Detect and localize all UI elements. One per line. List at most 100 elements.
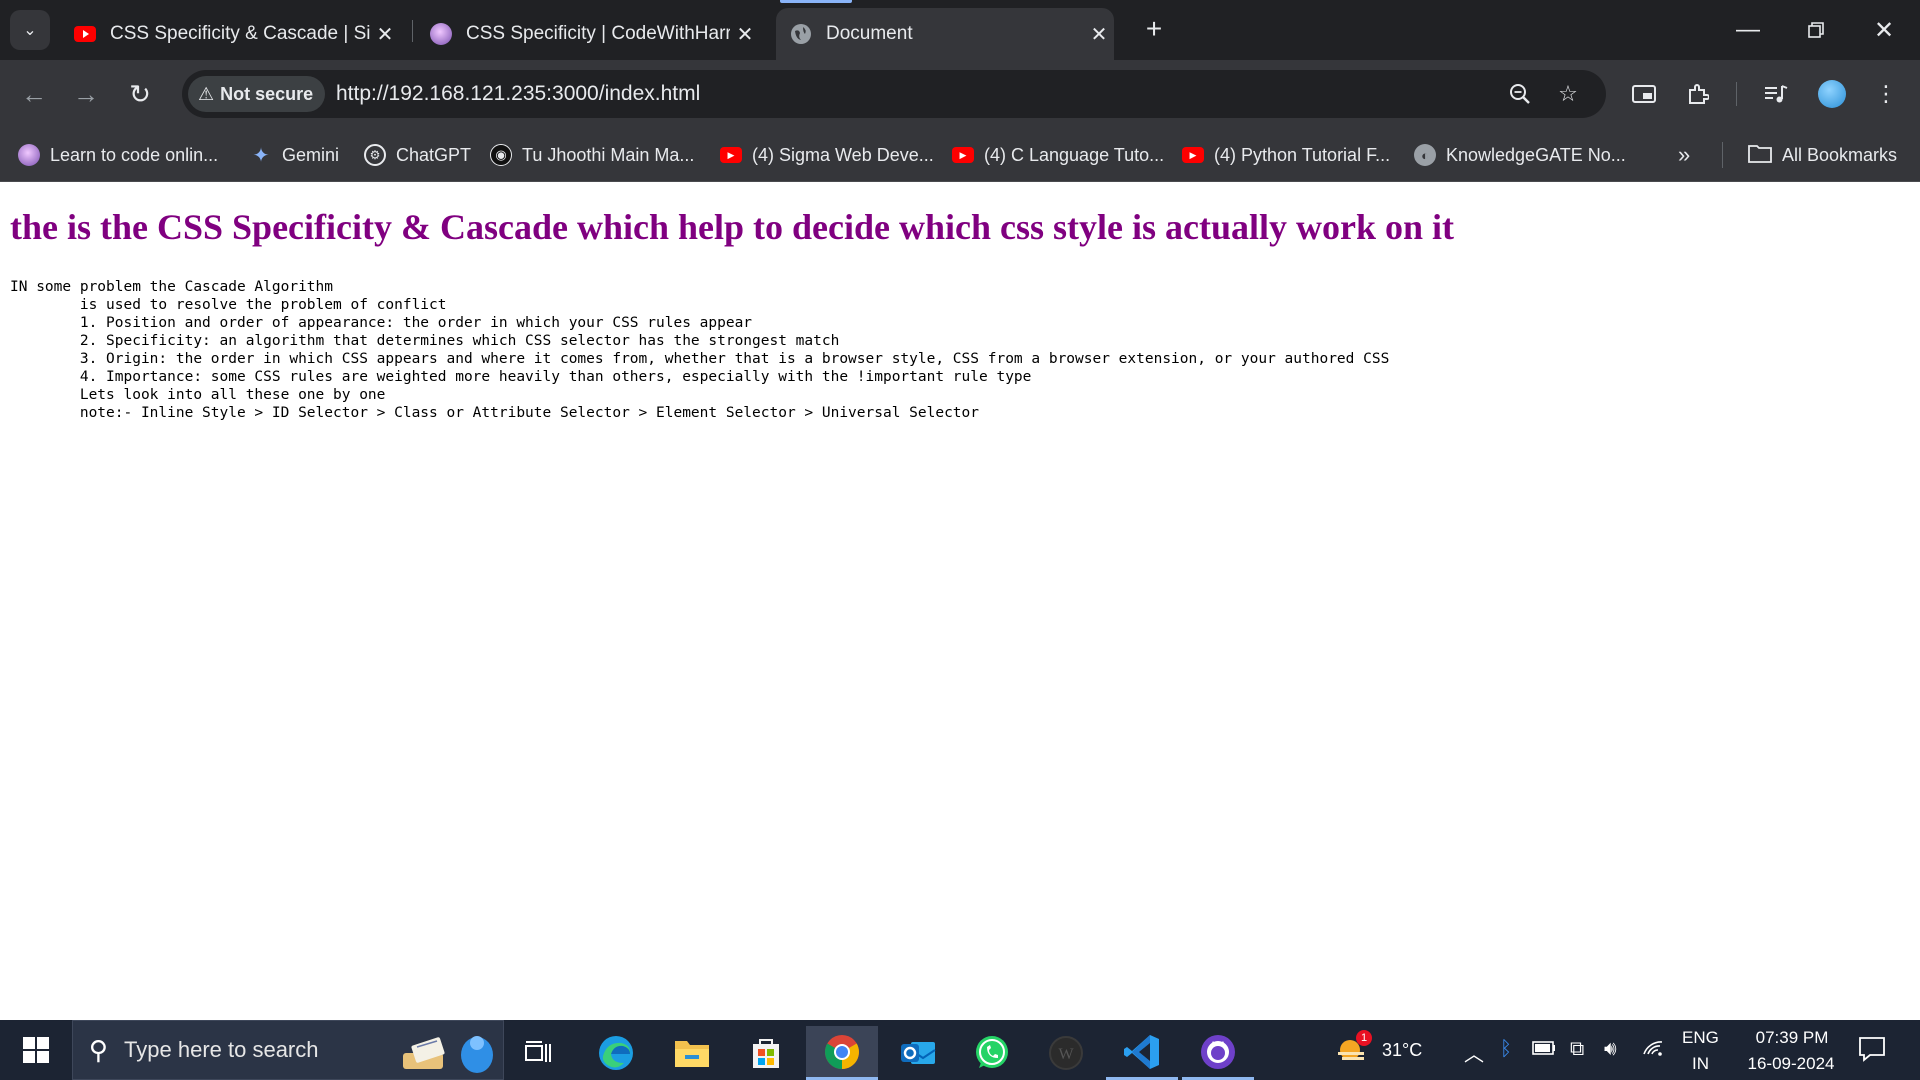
tab-codewithharry[interactable]: CSS Specificity | CodeWithHarry ✕: [416, 8, 760, 60]
globe-icon: [790, 23, 812, 45]
zoom-icon[interactable]: [1502, 76, 1538, 112]
all-bookmarks-button[interactable]: All Bookmarks: [1748, 128, 1897, 182]
taskbar-edge[interactable]: [580, 1026, 652, 1080]
youtube-icon: [74, 23, 96, 45]
all-bookmarks-label: All Bookmarks: [1782, 144, 1898, 165]
youtube-icon: ▶: [952, 147, 974, 163]
more-bookmarks-button[interactable]: »: [1678, 128, 1690, 182]
tab-title: CSS Specificity & Cascade | Sigma: [110, 23, 370, 44]
media-controls-icon[interactable]: [1756, 74, 1796, 114]
extensions-puzzle-icon[interactable]: [1678, 74, 1718, 114]
profile-avatar[interactable]: [1818, 80, 1846, 108]
address-bar[interactable]: ⚠ Not secure http://192.168.121.235:3000…: [182, 70, 1606, 118]
tab-title: CSS Specificity | CodeWithHarry: [466, 23, 730, 44]
store-icon: [753, 1039, 779, 1068]
menu-kebab-icon[interactable]: ⋮: [1866, 74, 1906, 114]
search-icon: ⚲: [89, 1034, 109, 1065]
bookmark-label: KnowledgeGATE No...: [1446, 144, 1626, 165]
volume-icon[interactable]: 🔊︎: [1604, 1038, 1617, 1061]
battery-icon[interactable]: [1532, 1038, 1556, 1061]
clock-date[interactable]: 16-09-2024: [1736, 1054, 1846, 1074]
task-view-icon: [525, 1041, 551, 1062]
input-language[interactable]: ENG: [1682, 1028, 1719, 1048]
tab-css-specificity-cascade[interactable]: CSS Specificity & Cascade | Sigma ✕: [60, 8, 400, 60]
clock-time[interactable]: 07:39 PM: [1744, 1028, 1840, 1048]
close-tab-icon[interactable]: ✕: [370, 22, 400, 47]
bookmark-label: (4) Python Tutorial F...: [1214, 144, 1391, 165]
codewithharry-icon: [18, 144, 40, 166]
bookmark-knowledgegate[interactable]: ◐ KnowledgeGATE No...: [1414, 128, 1626, 182]
taskbar-task-view[interactable]: [502, 1026, 574, 1080]
show-hidden-icons-chevron-icon[interactable]: ︿: [1464, 1038, 1484, 1067]
close-tab-icon[interactable]: ✕: [730, 22, 760, 47]
wordpress-icon: W: [1049, 1036, 1083, 1070]
input-region[interactable]: IN: [1692, 1054, 1709, 1074]
restore-button[interactable]: [1782, 0, 1850, 60]
music-icon: ◉: [490, 144, 512, 166]
forward-button[interactable]: →: [66, 74, 106, 114]
warning-icon: ⚠: [198, 83, 215, 104]
bookmark-label: Gemini: [282, 144, 340, 165]
weather-widget[interactable]: 1 31°C: [1330, 1030, 1430, 1070]
bookmark-gemini[interactable]: ✦ Gemini: [250, 128, 339, 182]
bookmark-c-language[interactable]: ▶ (4) C Language Tuto...: [952, 128, 1164, 182]
minimize-icon: —: [1736, 16, 1760, 43]
search-placeholder: Type here to search: [124, 1037, 319, 1062]
windows-taskbar: ⚲ Type here to search W 1 31°C ︿ ᛒ ⧉ 🔊︎ …: [0, 1020, 1920, 1080]
close-window-button[interactable]: ✕: [1850, 0, 1918, 60]
site-info-chip[interactable]: ⚠ Not secure: [188, 76, 326, 112]
taskbar-whatsapp[interactable]: [956, 1026, 1028, 1080]
tab-title: Document: [826, 23, 913, 44]
notification-center-icon[interactable]: [1858, 1036, 1886, 1068]
bookmark-sigma-web-dev[interactable]: ▶ (4) Sigma Web Deve...: [720, 128, 934, 182]
pre-line: Lets look into all these one by one: [10, 387, 386, 403]
bookmark-star-icon[interactable]: ☆: [1550, 76, 1586, 112]
restore-icon: [1808, 22, 1824, 38]
tab-document[interactable]: Document ✕: [776, 8, 1114, 60]
folder-icon: [1748, 143, 1772, 168]
minimize-button[interactable]: —: [1714, 0, 1782, 60]
close-tab-icon[interactable]: ✕: [1084, 22, 1114, 47]
youtube-icon: ▶: [1182, 147, 1204, 163]
active-tab-indicator: [780, 0, 852, 3]
picture-in-picture-icon[interactable]: [1624, 74, 1664, 114]
bookmark-label: Tu Jhoothi Main Ma...: [522, 144, 695, 165]
bookmark-python-tutorial[interactable]: ▶ (4) Python Tutorial F...: [1182, 128, 1390, 182]
taskbar-chrome[interactable]: [806, 1026, 878, 1080]
reload-button[interactable]: ↻: [120, 74, 160, 114]
wifi-icon[interactable]: [1642, 1038, 1664, 1062]
new-tab-button[interactable]: +: [1138, 14, 1170, 46]
bookmark-tu-jhoothi[interactable]: ◉ Tu Jhoothi Main Ma...: [490, 128, 694, 182]
codewithharry-icon: [430, 23, 452, 45]
pre-line: 3. Origin: the order in which CSS appear…: [10, 351, 1390, 367]
pre-line: 2. Specificity: an algorithm that determ…: [10, 333, 840, 349]
folder-icon: [675, 1041, 709, 1067]
bookmark-learn-to-code[interactable]: Learn to code onlin...: [18, 128, 218, 182]
bluetooth-icon[interactable]: ᛒ: [1500, 1038, 1512, 1061]
pre-line: IN some problem the Cascade Algorithm: [10, 279, 334, 295]
weather-temperature: 31°C: [1382, 1040, 1423, 1060]
gemini-icon: ✦: [252, 144, 270, 167]
plus-icon: +: [1145, 13, 1163, 44]
back-button[interactable]: ←: [14, 74, 54, 114]
bookmark-label: ChatGPT: [396, 144, 472, 165]
taskbar-vscode[interactable]: [1106, 1026, 1178, 1080]
page-heading: the is the CSS Specificity & Cascade whi…: [10, 207, 1454, 247]
browser-toolbar: ← → ↻ ⚠ Not secure http://192.168.121.23…: [0, 60, 1920, 128]
bookmark-chatgpt[interactable]: ⚙ ChatGPT: [364, 128, 471, 182]
edge-icon: [599, 1036, 633, 1070]
windows-logo-icon: [23, 1037, 35, 1049]
taskbar-microsoft-store[interactable]: [730, 1026, 802, 1080]
taskbar-outlook[interactable]: [882, 1026, 954, 1080]
pre-line: 4. Importance: some CSS rules are weight…: [10, 369, 1032, 385]
url-text[interactable]: http://192.168.121.235:3000/index.html: [336, 70, 700, 118]
taskbar-file-explorer[interactable]: [656, 1026, 728, 1080]
outlook-icon: [901, 1042, 936, 1064]
tab-search-button[interactable]: ⌄: [10, 10, 50, 50]
taskbar-wordpress[interactable]: W: [1030, 1026, 1102, 1080]
arrow-left-icon: ←: [21, 78, 47, 109]
meet-now-icon[interactable]: ⧉: [1570, 1038, 1584, 1061]
windows-start-button[interactable]: [14, 1032, 58, 1068]
taskbar-search-box[interactable]: ⚲ Type here to search: [72, 1020, 504, 1080]
taskbar-github-desktop[interactable]: [1182, 1026, 1254, 1080]
